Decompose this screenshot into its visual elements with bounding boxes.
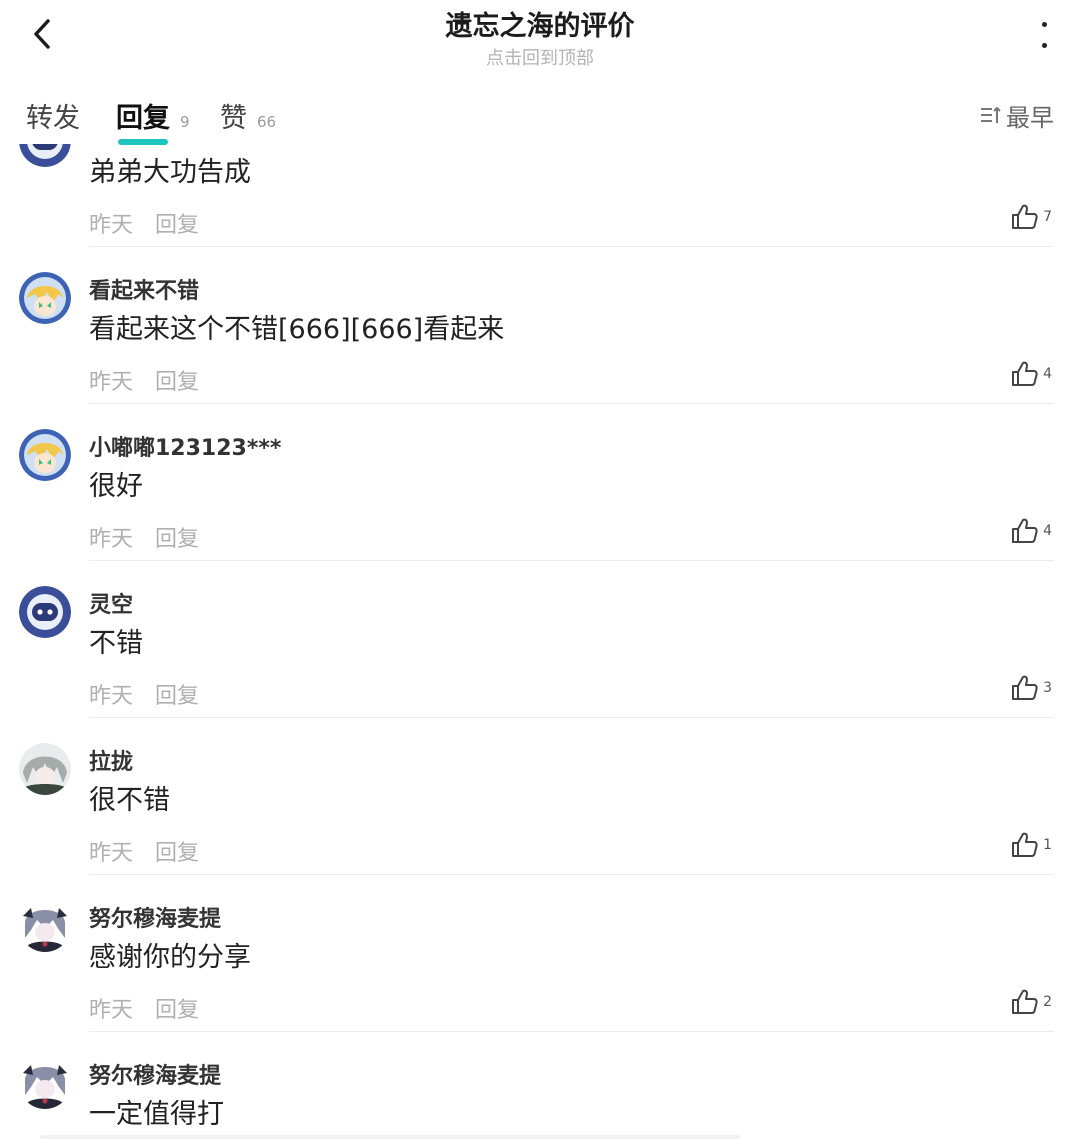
tab-forward[interactable]: 转发 [26,96,80,135]
avatar[interactable] [19,272,71,324]
like-count: 1 [1043,837,1052,853]
sort-button[interactable]: 最早 [980,98,1054,133]
comment-text: 很不错 [89,785,170,816]
tab-count: 66 [257,113,277,131]
comment-text: 感谢你的分享 [89,942,251,973]
tab-bar: 转发 回复 9 赞 66 最早 [0,80,1080,145]
home-indicator [40,1135,740,1139]
comment-time: 昨天 [89,370,134,395]
comment-list: 弟弟大功告成 昨天 回复 7 看起来不错 看起来这个不错[666][666]看起… [0,144,1080,1139]
tab-likes[interactable]: 赞 66 [220,96,276,135]
dot-icon [1041,43,1047,48]
thumbs-up-icon [1012,675,1038,700]
comment-username[interactable]: 灵空 [89,587,133,619]
like-button[interactable]: 4 [1011,518,1052,544]
comment-username[interactable]: 看起来不错 [89,273,199,305]
like-count: 7 [1043,209,1052,225]
page-title: 遗忘之海的评价 [445,11,635,42]
sort-icon [981,106,1001,123]
comment-item: 灵空 不错 昨天 回复 3 [0,561,1080,718]
comment-item: 拉拢 很不错 昨天 回复 1 [0,718,1080,875]
comment-meta: 昨天 回复 [89,364,199,396]
like-count: 2 [1043,994,1052,1010]
thumbs-up-icon [1012,518,1038,543]
avatar[interactable] [19,900,71,952]
tab-count: 9 [180,113,190,131]
comment-time: 昨天 [89,841,134,866]
reply-button[interactable]: 回复 [155,835,199,867]
like-button[interactable]: 4 [1011,361,1052,387]
like-button[interactable]: 1 [1011,832,1052,858]
comment-item: 努尔穆海麦提 一定值得打 [0,1032,1080,1139]
thumbs-up-icon [1012,361,1038,386]
like-button[interactable]: 3 [1011,675,1052,701]
anime-avatar-icon [19,429,71,481]
tab-label: 回复 [116,96,170,145]
like-count: 4 [1043,523,1052,539]
like-count: 3 [1043,680,1052,696]
comment-username[interactable]: 拉拢 [89,744,133,776]
comment-time: 昨天 [89,684,134,709]
tab-label: 赞 [220,103,247,134]
comment-text: 很好 [89,471,143,502]
comment-time: 昨天 [89,998,134,1023]
anime-avatar-icon [19,900,71,952]
robot-avatar-icon [19,144,71,167]
comment-item: 弟弟大功告成 昨天 回复 7 [0,144,1080,247]
reply-button[interactable]: 回复 [155,521,199,553]
anime-avatar-icon [19,1057,71,1109]
reply-button[interactable]: 回复 [155,364,199,396]
comment-item: 看起来不错 看起来这个不错[666][666]看起来 昨天 回复 4 [0,247,1080,404]
comment-meta: 昨天 回复 [89,207,199,239]
anime-avatar-icon [19,743,71,795]
avatar[interactable] [19,144,71,167]
avatar[interactable] [19,586,71,638]
thumbs-up-icon [1012,832,1038,857]
comment-username[interactable]: 小嘟嘟123123*** [89,430,281,462]
comment-text: 不错 [89,628,143,659]
comment-username[interactable]: 努尔穆海麦提 [89,1058,221,1090]
tab-replies[interactable]: 回复 9 [116,96,190,145]
avatar[interactable] [19,1057,71,1109]
like-button[interactable]: 2 [1011,989,1052,1015]
top-bar: 遗忘之海的评价 点击回到顶部 [0,0,1080,80]
thumbs-up-icon [1012,989,1038,1014]
like-count: 4 [1043,366,1052,382]
comment-item: 小嘟嘟123123*** 很好 昨天 回复 4 [0,404,1080,561]
avatar[interactable] [19,429,71,481]
comment-time: 昨天 [89,213,134,238]
comment-time: 昨天 [89,527,134,552]
robot-avatar-icon [19,586,71,638]
more-options-button[interactable] [1038,22,1050,48]
reply-button[interactable]: 回复 [155,207,199,239]
reply-button[interactable]: 回复 [155,992,199,1024]
comment-text: 弟弟大功告成 [89,157,251,188]
comment-item: 努尔穆海麦提 感谢你的分享 昨天 回复 2 [0,875,1080,1032]
anime-avatar-icon [19,272,71,324]
comment-meta: 昨天 回复 [89,835,199,867]
comment-username[interactable]: 努尔穆海麦提 [89,901,221,933]
sort-label: 最早 [1006,104,1054,132]
comment-meta: 昨天 回复 [89,678,199,710]
tab-label: 转发 [26,103,80,134]
reply-button[interactable]: 回复 [155,678,199,710]
comment-meta: 昨天 回复 [89,992,199,1024]
like-button[interactable]: 7 [1011,204,1052,230]
avatar[interactable] [19,743,71,795]
comment-text: 一定值得打 [89,1099,224,1130]
thumbs-up-icon [1012,204,1038,229]
comment-text: 看起来这个不错[666][666]看起来 [89,314,505,345]
dot-icon [1041,22,1047,27]
scroll-to-top-link[interactable]: 点击回到顶部 [0,44,1080,70]
comment-meta: 昨天 回复 [89,521,199,553]
